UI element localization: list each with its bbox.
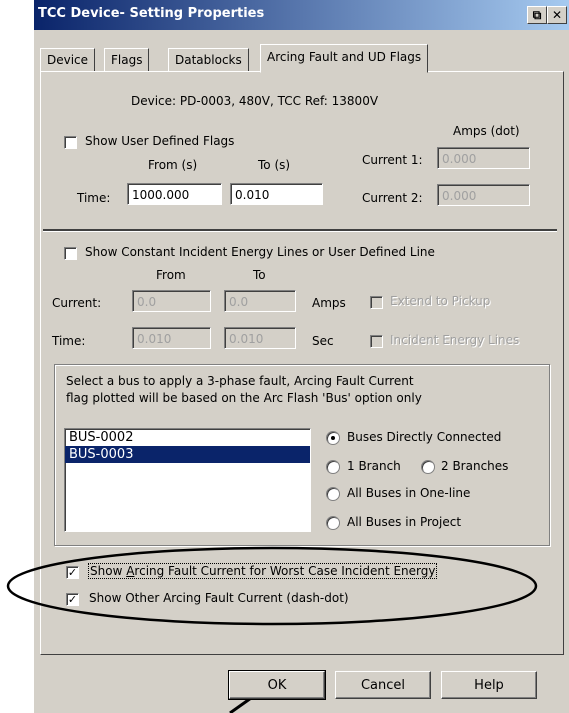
help-button[interactable]: Help [441,671,537,699]
ok-button[interactable]: OK [228,670,326,700]
highlight-ellipse [6,546,538,626]
cancel-button[interactable]: Cancel [335,671,431,699]
annotation-overlay [6,546,538,713]
tab-arcing-fault[interactable]: Arcing Fault and UD Flags [260,44,429,73]
